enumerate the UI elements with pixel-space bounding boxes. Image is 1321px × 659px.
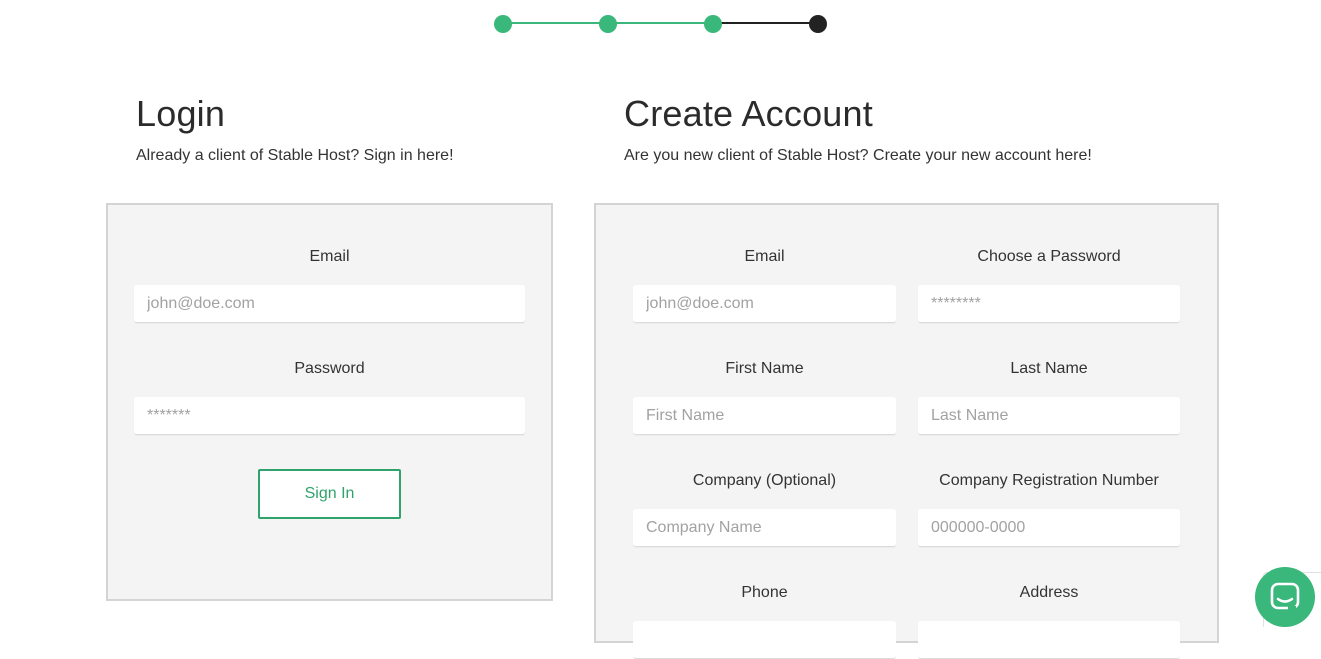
company-registration-input[interactable] xyxy=(918,509,1180,547)
login-email-label: Email xyxy=(309,248,350,265)
address-input[interactable] xyxy=(918,621,1180,659)
last-name-input[interactable] xyxy=(918,397,1180,435)
create-account-subtitle: Are you new client of Stable Host? Creat… xyxy=(624,147,1092,164)
step-2-dot xyxy=(599,15,617,33)
company-input[interactable] xyxy=(633,509,896,547)
chat-bubble-icon xyxy=(1270,582,1300,611)
progress-stepper xyxy=(0,0,1321,48)
create-email-input[interactable] xyxy=(633,285,896,323)
choose-password-label: Choose a Password xyxy=(977,248,1121,265)
create-account-panel: Email Choose a Password First Name Last … xyxy=(594,203,1219,659)
create-email-label: Email xyxy=(744,248,785,265)
phone-label: Phone xyxy=(741,584,788,601)
chat-launcher-button[interactable] xyxy=(1255,567,1315,627)
choose-password-input[interactable] xyxy=(918,285,1180,323)
login-password-input[interactable] xyxy=(134,397,525,435)
step-1-dot xyxy=(494,15,512,33)
login-password-label: Password xyxy=(294,360,365,377)
phone-input[interactable] xyxy=(633,621,896,659)
address-label: Address xyxy=(1019,584,1079,601)
login-title: Login xyxy=(136,93,226,134)
first-name-label: First Name xyxy=(725,360,804,377)
step-connector-2 xyxy=(608,22,713,24)
login-subtitle: Already a client of Stable Host? Sign in… xyxy=(136,147,454,164)
step-connector-3 xyxy=(713,22,818,24)
step-connector-1 xyxy=(503,22,608,24)
login-email-input[interactable] xyxy=(134,285,525,323)
step-3-dot xyxy=(704,15,722,33)
company-registration-label: Company Registration Number xyxy=(939,472,1159,489)
create-account-title: Create Account xyxy=(624,93,873,134)
sign-in-button[interactable]: Sign In xyxy=(258,469,401,519)
company-label: Company (Optional) xyxy=(692,472,837,489)
step-4-dot xyxy=(809,15,827,33)
last-name-label: Last Name xyxy=(1010,360,1088,377)
login-panel: Email Password Sign In xyxy=(106,203,553,601)
first-name-input[interactable] xyxy=(633,397,896,435)
